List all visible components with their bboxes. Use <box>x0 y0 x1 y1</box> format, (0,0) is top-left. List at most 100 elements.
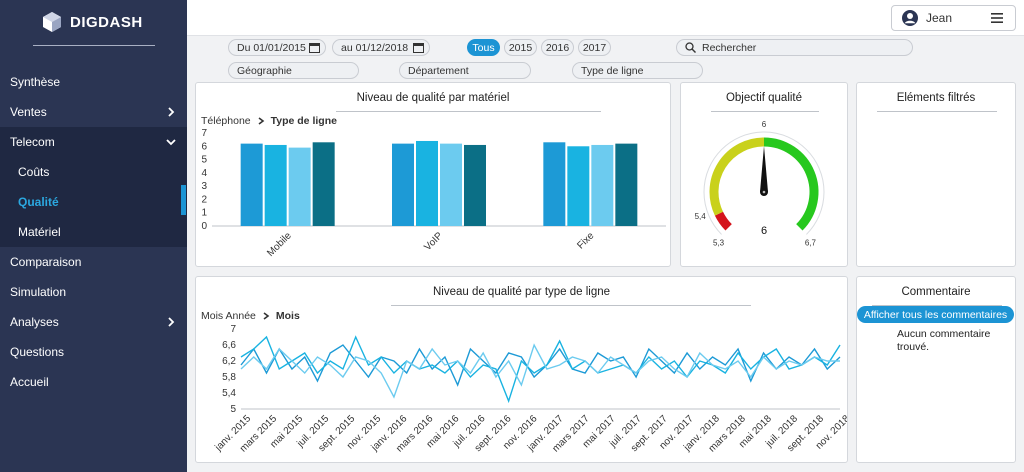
y-tick-label: 3 <box>201 181 207 192</box>
chevron-right-icon <box>168 317 175 327</box>
digdash-logo-icon <box>43 12 61 32</box>
y-tick-label: 4 <box>201 168 207 179</box>
calendar-icon[interactable] <box>309 42 320 53</box>
gauge-value-label: 6 <box>761 225 767 237</box>
sidebar-item-label: Qualité <box>18 195 59 209</box>
filter-geographie[interactable]: Géographie <box>228 62 359 79</box>
bar <box>416 140 438 226</box>
active-item-marker <box>181 185 186 215</box>
x-tick-label: VoIP <box>422 230 445 253</box>
show-all-comments-button[interactable]: Afficher tous les commentaires <box>857 306 1014 323</box>
y-tick-label: 7 <box>201 128 207 139</box>
sidebar-item-telecom[interactable]: Telecom <box>0 127 187 157</box>
bar <box>264 144 287 226</box>
title-underline <box>391 305 751 306</box>
sidebar-item-materiel[interactable]: Matériel <box>0 217 187 247</box>
breadcrumb-current: Mois <box>275 310 300 322</box>
sidebar-item-ventes[interactable]: Ventes <box>0 97 187 127</box>
bar <box>464 144 486 226</box>
calendar-icon[interactable] <box>413 42 424 53</box>
sidebar-item-accueil[interactable]: Accueil <box>0 367 187 397</box>
sidebar-item-label: Matériel <box>18 225 61 239</box>
breadcrumb[interactable]: Téléphone Type de ligne <box>201 115 337 127</box>
y-tick-label: 7 <box>230 324 236 335</box>
gauge-band <box>714 211 732 231</box>
year-button-tous[interactable]: Tous <box>467 39 500 56</box>
y-tick-label: 5 <box>201 155 207 166</box>
sidebar-item-questions[interactable]: Questions <box>0 337 187 367</box>
y-tick-label: 5,8 <box>222 372 236 383</box>
breadcrumb-current: Type de ligne <box>270 115 337 127</box>
date-from-input[interactable]: Du 01/01/2015 <box>228 39 326 56</box>
user-name: Jean <box>926 11 953 25</box>
gauge-band <box>709 137 765 216</box>
logo-text: DIGDASH <box>70 13 143 31</box>
line-chart-panel: Niveau de qualité par type de ligne Mois… <box>195 276 848 463</box>
sidebar-item-synthese[interactable]: Synthèse <box>0 67 187 97</box>
gauge-band <box>763 137 819 231</box>
y-tick-label: 6,6 <box>222 340 236 351</box>
breadcrumb-item[interactable]: Téléphone <box>201 115 251 127</box>
year-button-2016[interactable]: 2016 <box>541 39 574 56</box>
year-button-2015[interactable]: 2015 <box>504 39 537 56</box>
bar <box>591 144 614 226</box>
sidebar-item-comparaison[interactable]: Comparaison <box>0 247 187 277</box>
chevron-right-icon <box>258 117 264 125</box>
filtered-elements-panel: Eléments filtrés <box>856 82 1016 267</box>
bar <box>543 142 566 226</box>
y-tick-label: 5 <box>230 404 236 415</box>
filter-departement[interactable]: Département <box>399 62 531 79</box>
x-tick-label: Mobile <box>265 230 294 259</box>
line-chart-title: Niveau de qualité par type de ligne <box>432 286 611 298</box>
sidebar-item-label: Simulation <box>10 285 67 299</box>
sidebar: DIGDASH Synthèse Ventes Telecom Coûts Qu… <box>0 0 187 472</box>
filter-type-de-ligne[interactable]: Type de ligne <box>572 62 703 79</box>
bar <box>240 143 263 226</box>
sidebar-item-label: Ventes <box>10 105 47 119</box>
logo[interactable]: DIGDASH <box>40 10 143 34</box>
user-menu-button[interactable]: Jean <box>891 5 1016 31</box>
y-tick-label: 6,2 <box>222 356 236 367</box>
sidebar-item-simulation[interactable]: Simulation <box>0 277 187 307</box>
title-underline <box>711 111 819 112</box>
comment-panel: Commentaire Afficher tous les commentair… <box>856 276 1016 463</box>
sidebar-item-couts[interactable]: Coûts <box>0 157 187 187</box>
gauge-needle <box>760 146 768 192</box>
sidebar-item-qualite[interactable]: Qualité <box>0 187 187 217</box>
bar-chart-panel: Niveau de qualité par matériel Téléphone… <box>195 82 671 267</box>
gauge-max-label: 6,7 <box>805 238 817 247</box>
bar <box>615 143 638 226</box>
bar <box>567 146 590 226</box>
sidebar-item-label: Synthèse <box>10 75 61 89</box>
sidebar-item-analyses[interactable]: Analyses <box>0 307 187 337</box>
sidebar-item-label: Telecom <box>10 135 55 149</box>
bar-chart-title: Niveau de qualité par matériel <box>356 92 510 104</box>
chevron-right-icon <box>263 312 270 320</box>
sidebar-item-label: Analyses <box>10 315 59 329</box>
hamburger-menu-icon[interactable] <box>991 12 1003 24</box>
gauge-target-label: 6 <box>762 120 767 129</box>
sidebar-item-label: Comparaison <box>10 255 82 269</box>
y-tick-label: 1 <box>201 208 207 219</box>
title-underline <box>336 111 601 112</box>
gauge-panel: Objectif qualité 6 6 5,3 6,7 5,4 <box>680 82 848 267</box>
date-to-input[interactable]: au 01/12/2018 <box>332 39 430 56</box>
chevron-down-icon <box>166 139 176 146</box>
chevron-right-icon <box>168 107 175 117</box>
title-underline <box>877 111 997 112</box>
gauge-chart: 6 6 5,3 6,7 5,4 <box>695 120 825 247</box>
search-icon <box>685 42 696 53</box>
breadcrumb-item[interactable]: Mois Année <box>201 310 256 322</box>
date-to-value: au 01/12/2018 <box>341 41 409 54</box>
y-tick-label: 6 <box>201 141 207 152</box>
line-series <box>240 335 841 404</box>
breadcrumb[interactable]: Mois Année Mois <box>201 310 300 322</box>
y-tick-label: 5,4 <box>222 388 236 399</box>
search-input[interactable]: Rechercher <box>676 39 913 56</box>
y-tick-label: 0 <box>201 221 207 232</box>
year-button-2017[interactable]: 2017 <box>578 39 611 56</box>
gauge-band-label: 5,4 <box>695 212 707 221</box>
top-bar: Jean <box>187 0 1024 36</box>
bar <box>392 143 414 226</box>
y-tick-label: 2 <box>201 194 207 205</box>
